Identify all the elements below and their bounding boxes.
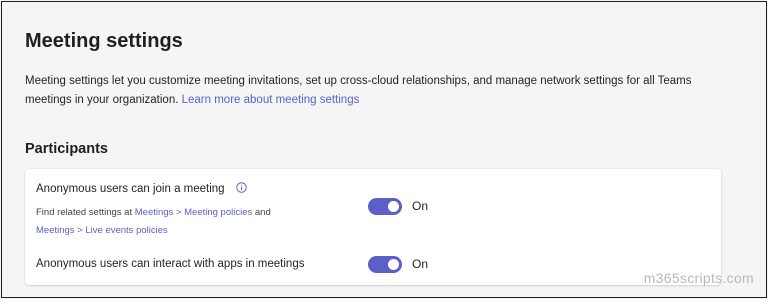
toggle-knob [388, 201, 399, 212]
page-description: Meeting settings let you customize meeti… [25, 72, 725, 110]
helper-mid: and [252, 207, 271, 218]
anonymous-apps-toggle[interactable] [368, 256, 402, 273]
anonymous-join-helper: Find related settings at Meetings > Meet… [36, 204, 271, 240]
learn-more-link[interactable]: Learn more about meeting settings [182, 94, 360, 106]
watermark: m365scripts.com [643, 270, 754, 286]
anonymous-join-label-text: Anonymous users can join a meeting [36, 183, 225, 195]
anonymous-join-toggle[interactable] [368, 198, 402, 215]
participants-section-title: Participants [25, 141, 108, 157]
anonymous-join-label: Anonymous users can join a meeting [36, 182, 247, 195]
toggle-knob [388, 259, 399, 270]
page-title: Meeting settings [25, 30, 183, 52]
anonymous-apps-label: Anonymous users can interact with apps i… [36, 258, 305, 270]
live-events-policies-link[interactable]: Meetings > Live events policies [36, 225, 168, 236]
anonymous-join-toggle-state: On [412, 199, 429, 213]
helper-prefix: Find related settings at [36, 207, 135, 218]
meeting-policies-link[interactable]: Meetings > Meeting policies [135, 207, 253, 218]
info-icon[interactable] [236, 182, 247, 193]
participants-card: Anonymous users can join a meeting Find … [25, 169, 721, 285]
anonymous-apps-toggle-state: On [412, 257, 429, 271]
page-frame: Meeting settings Meeting settings let yo… [1, 1, 767, 298]
